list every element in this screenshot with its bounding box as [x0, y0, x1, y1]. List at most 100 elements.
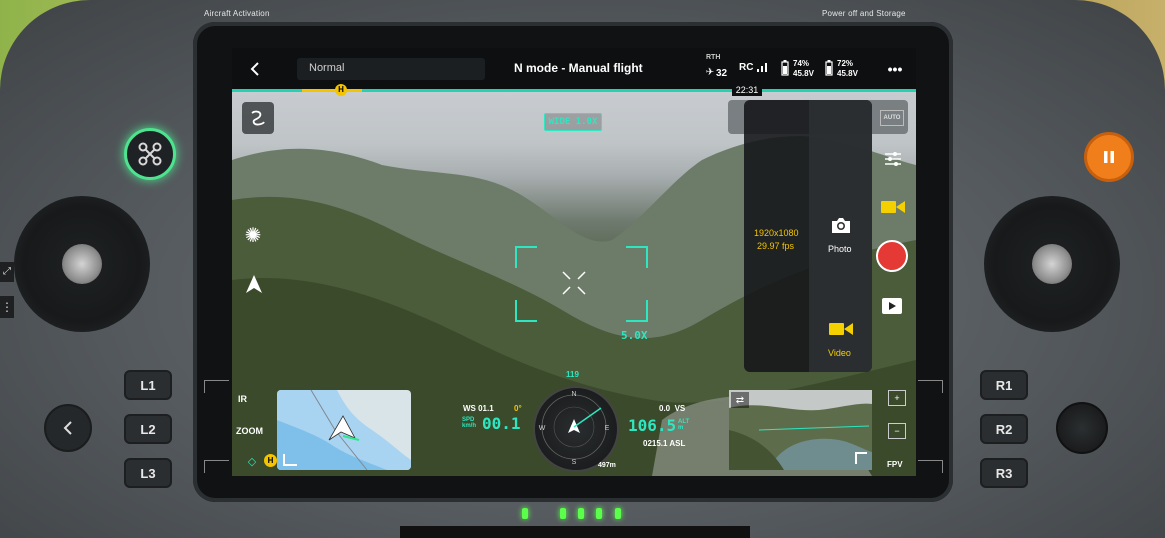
left-stick-cap[interactable]: [62, 244, 102, 284]
brightness-icon[interactable]: ✺: [240, 222, 266, 248]
video-mode-option[interactable]: Video: [810, 314, 872, 364]
pip-expand-icon[interactable]: [855, 452, 867, 464]
back-hardware-button[interactable]: [44, 404, 92, 452]
time-badge: 22:31: [732, 84, 762, 96]
l3-button[interactable]: L3: [124, 458, 172, 488]
status-led-2: [560, 508, 566, 519]
r2-button[interactable]: R2: [980, 414, 1028, 444]
right-control-stick[interactable]: [984, 196, 1120, 332]
speed-label: SPD km/h: [462, 417, 477, 429]
vertical-speed: 0.0 VS: [659, 404, 686, 413]
video-resolution: 1920x1080: [754, 228, 799, 238]
flight-mode-select[interactable]: Normal: [297, 58, 485, 80]
flight-status-title: N mode - Manual flight: [514, 61, 643, 75]
battery-icon: [825, 60, 833, 76]
navigation-arrow-icon[interactable]: [242, 272, 266, 296]
left-control-stick[interactable]: [14, 196, 150, 332]
battery-1[interactable]: 74% 45.8V: [781, 56, 823, 82]
wind-speed: WS 01.1: [463, 404, 494, 413]
heading-value: 119: [566, 370, 579, 379]
zoom-level: 5.0X: [621, 329, 648, 342]
minimap-expand-icon[interactable]: [283, 454, 297, 466]
battery-icon: [781, 60, 789, 76]
zoom-frame-tr: [626, 246, 648, 268]
gimbal-icon[interactable]: [242, 102, 274, 134]
zoom-in-icon[interactable]: +: [888, 390, 906, 406]
status-led-1: [522, 508, 528, 519]
altitude-unit: ALT m: [678, 419, 690, 431]
battery-1-voltage: 45.8V: [793, 69, 814, 78]
pause-button[interactable]: [1084, 132, 1134, 182]
home-point-marker: H: [335, 84, 347, 96]
aircraft-activation-label: Aircraft Activation: [204, 9, 270, 18]
battery-2[interactable]: 72% 45.8V: [825, 56, 867, 82]
video-caption-bar: [400, 526, 750, 538]
auto-badge[interactable]: AUTO: [880, 110, 904, 126]
right-stick-cap[interactable]: [1032, 244, 1072, 284]
video-camera-icon: [829, 323, 853, 335]
bezel-mark-left-2: [204, 460, 229, 473]
side-share-icon[interactable]: ⤢: [0, 262, 14, 282]
lens-badge[interactable]: WIDE 1.0X: [544, 113, 602, 131]
top-status-bar: Normal N mode - Manual flight RTH ✈ 32 R…: [232, 48, 916, 90]
more-options-icon[interactable]: •••: [884, 59, 906, 79]
r1-button[interactable]: R1: [980, 370, 1028, 400]
bezel-mark-right: [918, 380, 943, 393]
minimap-terrain: [277, 390, 411, 470]
five-dimension-button[interactable]: [1056, 402, 1108, 454]
remote-controller-body: Aircraft Activation Power off and Storag…: [0, 0, 1165, 538]
video-fps: 29.97 fps: [757, 241, 795, 251]
video-label: Video: [828, 348, 851, 358]
battery-2-voltage: 45.8V: [837, 69, 858, 78]
ir-label[interactable]: IR: [238, 394, 247, 404]
pip-view[interactable]: ⇄: [729, 390, 872, 470]
power-off-label: Power off and Storage: [822, 9, 906, 18]
altitude-value: 106.5: [628, 416, 677, 435]
flight-mode-value: Normal: [309, 62, 345, 74]
crosshair-icon: [562, 271, 586, 295]
progress-yellow-segment: [302, 89, 362, 92]
l1-button[interactable]: L1: [124, 370, 172, 400]
record-button[interactable]: [876, 240, 908, 272]
aircraft-activation-button[interactable]: [124, 128, 176, 180]
rth-label: RTH: [706, 54, 721, 61]
photo-mode-option[interactable]: Photo: [810, 210, 872, 260]
fpv-label[interactable]: FPV: [887, 460, 903, 469]
r3-button[interactable]: R3: [980, 458, 1028, 488]
flight-screen: Normal N mode - Manual flight RTH ✈ 32 R…: [232, 48, 916, 476]
battery-2-percent: 72%: [837, 59, 854, 68]
zoom-frame-tl: [515, 246, 537, 268]
altitude-asl: 0215.1 ASL: [643, 439, 686, 448]
svg-text:W: W: [539, 425, 546, 432]
back-icon[interactable]: [244, 58, 266, 80]
swap-view-icon[interactable]: ⇄: [731, 392, 749, 408]
pause-icon: [1104, 151, 1114, 163]
camera-settings-icon[interactable]: [880, 148, 906, 170]
distance-value: 497m: [598, 462, 616, 469]
waypoint-icon[interactable]: ◇: [246, 454, 258, 468]
battery-1-percent: 74%: [793, 59, 810, 68]
svg-text:S: S: [572, 459, 577, 466]
side-more-icon[interactable]: ⋮: [0, 296, 14, 318]
rc-signal[interactable]: RC: [739, 60, 769, 76]
photo-label: Photo: [828, 244, 852, 254]
home-marker-icon: H: [264, 454, 277, 467]
bezel-mark-right-2: [918, 460, 943, 473]
video-mode-icon[interactable]: [879, 196, 907, 218]
wind-angle: 0°: [514, 404, 522, 413]
signal-bars-icon: [757, 63, 767, 72]
status-led-3: [578, 508, 584, 519]
svg-text:E: E: [605, 425, 610, 432]
satellite-icon: ✈: [705, 66, 715, 78]
compass[interactable]: N E S W: [533, 386, 619, 472]
bezel-mark-left: [204, 380, 229, 393]
satellite-count: 32: [716, 68, 728, 79]
speed-value: 00.1: [482, 414, 521, 433]
zoom-out-icon[interactable]: −: [888, 423, 906, 439]
playback-icon[interactable]: [882, 298, 902, 314]
camera-icon: [832, 218, 850, 233]
compass-dial: N E S W: [539, 391, 610, 466]
l2-button[interactable]: L2: [124, 414, 172, 444]
minimap[interactable]: [277, 390, 411, 470]
zoom-label[interactable]: ZOOM: [236, 426, 263, 436]
